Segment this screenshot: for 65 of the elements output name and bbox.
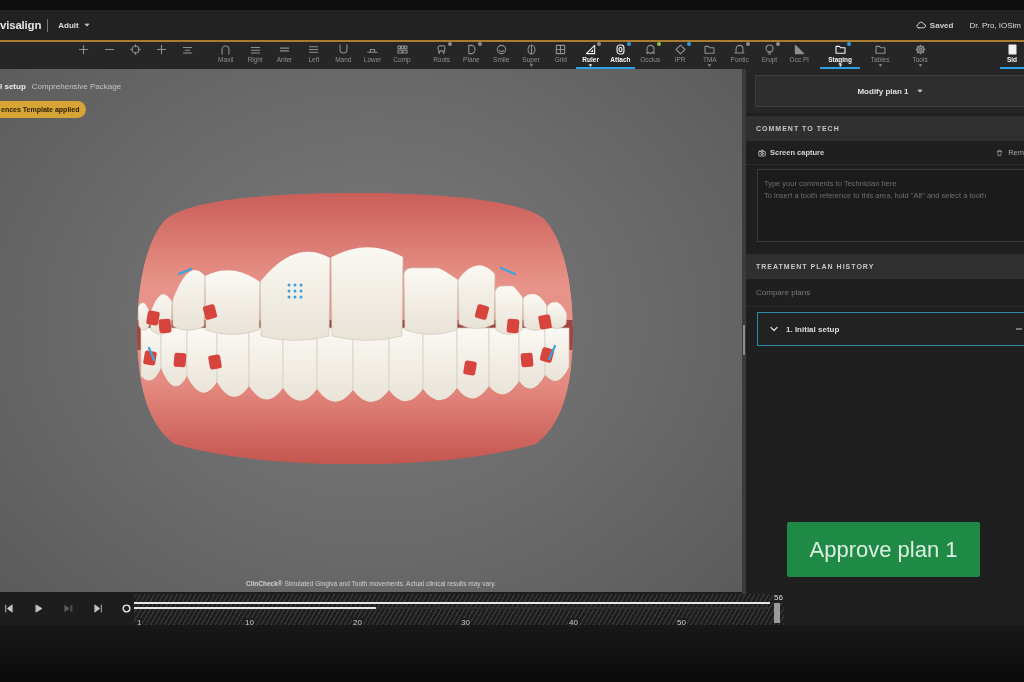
stacked-lines-icon [249,44,261,55]
panels-icon [396,44,408,55]
caret-icon [707,64,713,67]
tooth-icon [436,44,448,55]
skip-to-start-button[interactable] [2,602,14,615]
caret-icon [877,64,883,67]
tick-label: 10 [244,618,255,627]
package-name: Comprehensive Package [31,82,122,91]
caret-icon [83,22,90,28]
caret-icon [528,64,534,67]
tick-label: 30 [460,618,471,627]
stage-count-label: 56 [773,593,784,602]
panel-resize-handle[interactable] [743,325,745,355]
save-status-text: Saved [929,20,954,30]
skip-start-icon [3,604,13,613]
camera-icon [758,148,766,157]
plus-icon [155,44,167,55]
diamond-icon [674,44,686,55]
step-forward-icon [63,604,73,613]
brand-logo: visalign [0,19,42,31]
caret-icon [917,64,923,67]
minus-icon [1016,326,1022,332]
setup-title: l setup [0,82,26,91]
tick-label: 40 [568,618,579,627]
caret-icon [916,88,923,94]
attachment-icon [614,44,626,55]
plus-icon [77,44,89,55]
cloud-icon [915,20,926,30]
folder-icon [874,44,886,55]
ring-icon [122,604,131,613]
caret-icon [837,64,843,67]
stage-end-marker[interactable] [774,603,780,623]
skip-to-end-button[interactable] [92,602,104,615]
align-lines-icon [181,44,193,55]
caret-icon [588,64,594,67]
stacked-lines-icon [308,44,320,55]
folder-icon [704,44,716,55]
play-icon [33,604,43,613]
panel-icon [1006,44,1018,55]
half-tooth-icon [465,44,477,55]
trash-icon [996,148,1004,157]
right-triangle-icon [793,44,805,55]
plan-row[interactable]: 1. Initial setup [757,312,1024,346]
tooth-outline-icon [644,44,656,55]
smile-icon [495,44,507,55]
triangle-ruler-icon [585,44,597,55]
folder-icon [834,44,846,55]
plan-dropdown[interactable]: Modify plan 1 [755,75,1024,107]
user-name[interactable]: Dr. Pro, IOSim [969,20,1021,30]
tick-label: 20 [352,618,363,627]
skip-end-icon [93,604,103,613]
settings-icon [914,44,926,55]
overlap-tooth-icon [525,44,537,55]
tick-label: 50 [676,618,687,627]
bell-tooth-icon [734,44,746,55]
crosshair-icon [129,44,141,55]
grid-icon [555,44,567,55]
u-arch-icon [337,44,349,55]
approve-plan-button[interactable]: Approve plan 1 [787,522,980,577]
bulb-icon [763,44,775,55]
double-line-icon [278,44,290,55]
tick-label: 1 [136,618,143,627]
patient-type-dropdown[interactable]: Adult [58,20,90,30]
stage-timeline-track[interactable]: 1 10 20 30 40 50 56 [134,594,784,625]
arch-icon [220,44,232,55]
